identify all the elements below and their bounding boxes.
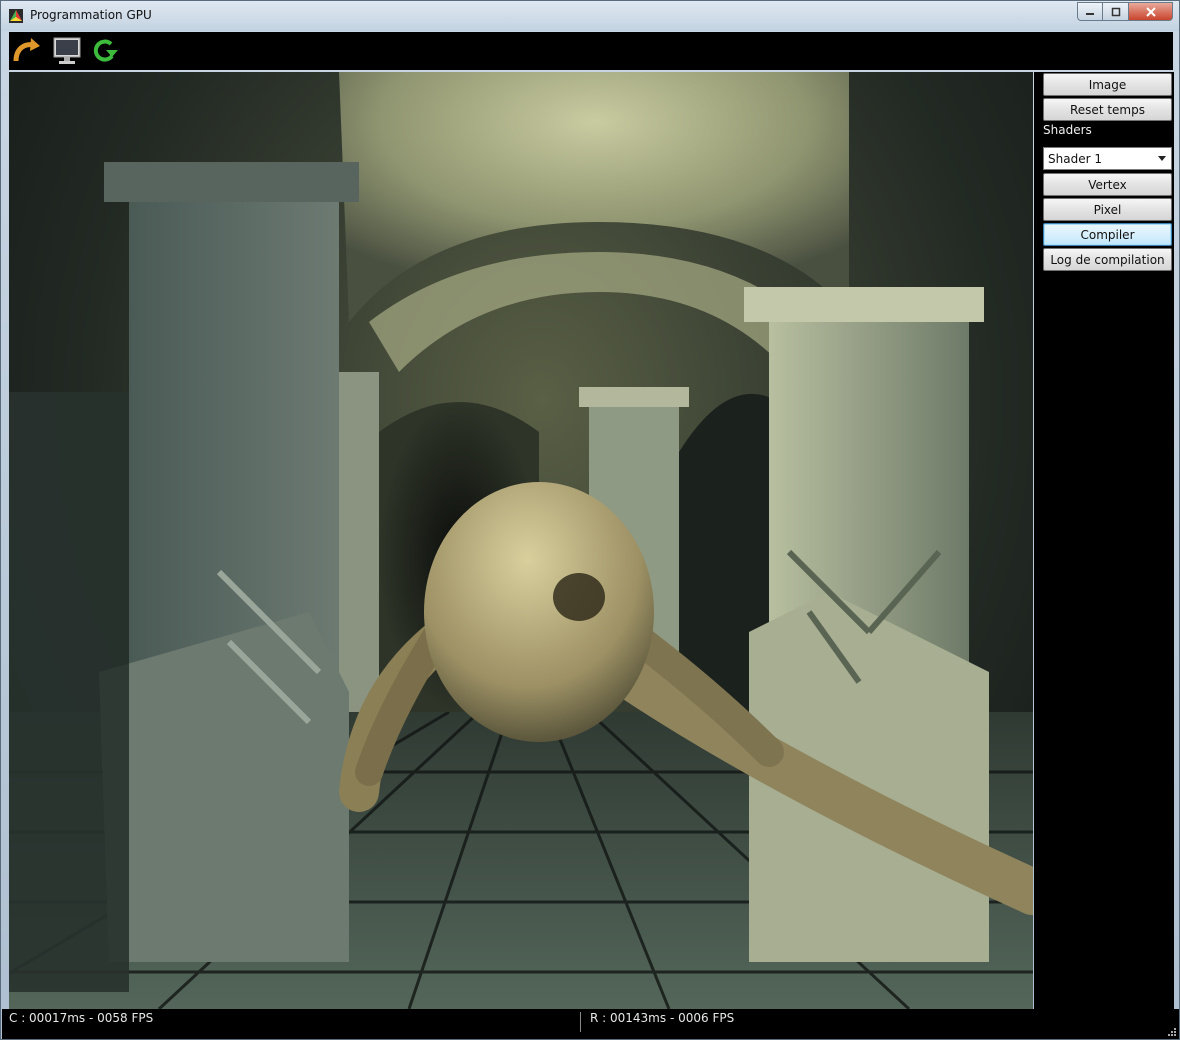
image-button[interactable]: Image <box>1043 73 1172 96</box>
shader-select-value: Shader 1 <box>1048 151 1102 166</box>
display-button[interactable] <box>51 35 83 67</box>
refresh-button[interactable] <box>11 35 43 67</box>
app-window: Programmation GPU Image Reset temps Shad… <box>0 0 1180 1040</box>
reset-time-button[interactable]: Reset temps <box>1043 98 1172 121</box>
render-viewport[interactable] <box>9 72 1033 1009</box>
status-bar: C : 00017ms - 0058 FPS R : 00143ms - 000… <box>2 1009 1179 1039</box>
control-panel: Image Reset temps Shaders Shader 1 Verte… <box>1034 72 1174 1009</box>
maximize-icon <box>1111 7 1120 16</box>
reload-button[interactable] <box>89 35 121 67</box>
status-compute-fps: C : 00017ms - 0058 FPS <box>9 1011 154 1025</box>
close-button[interactable] <box>1129 2 1173 21</box>
status-render-fps: R : 00143ms - 0006 FPS <box>590 1011 735 1025</box>
shaders-label: Shaders <box>1043 123 1092 137</box>
app-icon <box>9 9 23 23</box>
minimize-button[interactable] <box>1077 2 1103 21</box>
compile-button[interactable]: Compiler <box>1043 223 1172 246</box>
maximize-button[interactable] <box>1103 2 1129 21</box>
shader-select[interactable]: Shader 1 <box>1043 147 1172 170</box>
monitor-icon <box>53 37 81 64</box>
minimize-icon <box>1086 12 1094 15</box>
window-title: Programmation GPU <box>30 8 152 22</box>
title-bar[interactable]: Programmation GPU <box>1 1 1179 31</box>
toolbar <box>9 32 1173 70</box>
close-icon <box>1145 6 1156 17</box>
status-divider <box>580 1012 581 1032</box>
rendered-scene <box>9 72 1033 1009</box>
chevron-down-icon <box>1158 156 1166 161</box>
green-cycle-icon <box>93 39 118 62</box>
pixel-button[interactable]: Pixel <box>1043 198 1172 221</box>
window-controls <box>1077 2 1173 21</box>
resize-grip-icon[interactable] <box>1166 1026 1176 1036</box>
vertex-button[interactable]: Vertex <box>1043 173 1172 196</box>
compilation-log-button[interactable]: Log de compilation <box>1043 248 1172 271</box>
refresh-arrow-icon <box>13 38 40 62</box>
